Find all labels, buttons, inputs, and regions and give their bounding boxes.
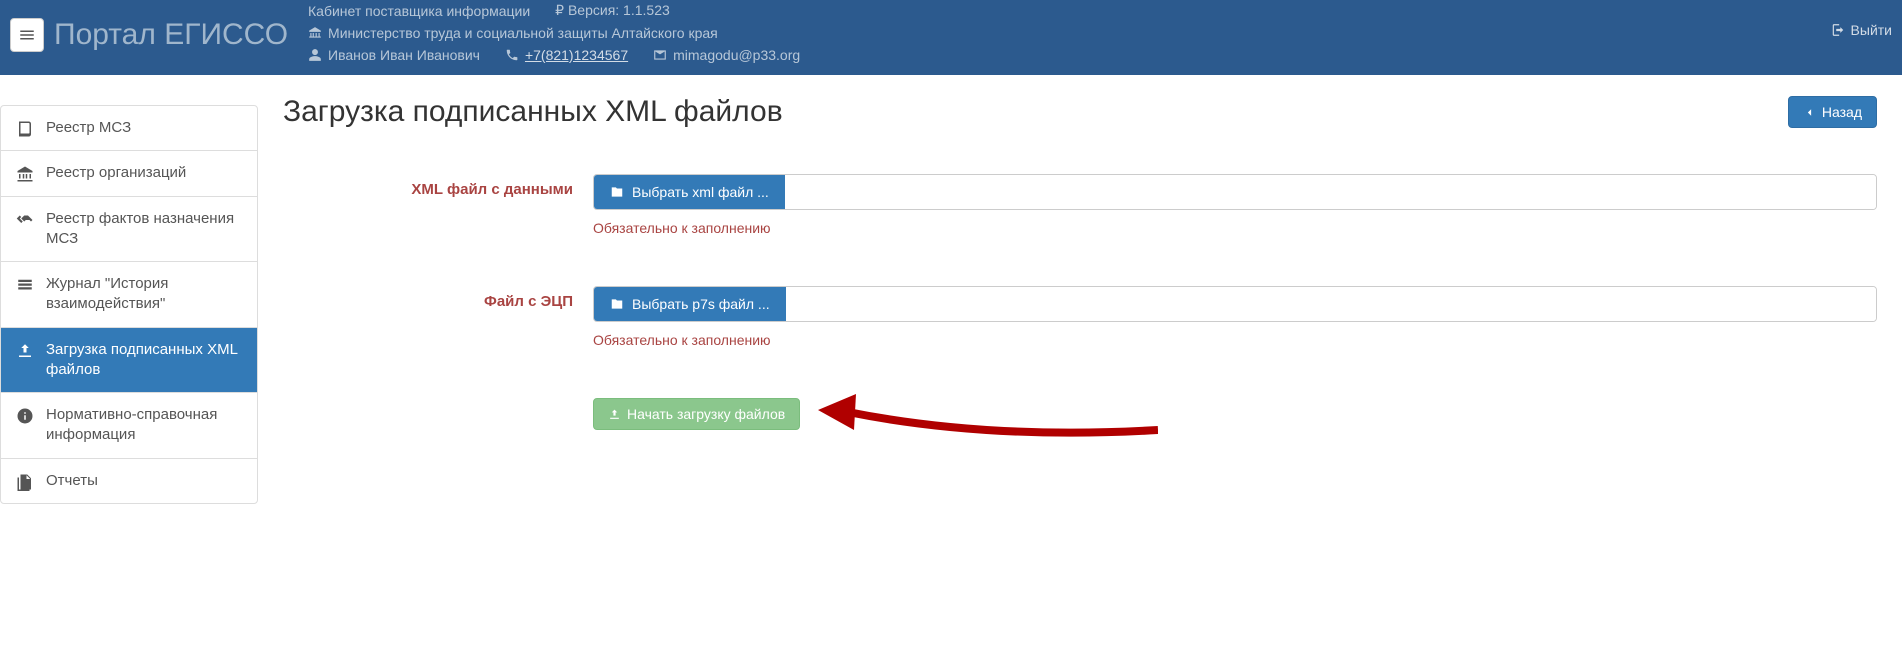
start-upload-button-label: Начать загрузку файлов [627,406,785,422]
user-name: Иванов Иван Иванович [328,47,480,63]
back-button-label: Назад [1822,104,1862,120]
sidebar-item-journal[interactable]: Журнал "История взаимодействия" [1,262,257,328]
xml-file-display [785,175,1876,209]
sidebar-item-label: Реестр МСЗ [46,118,131,138]
chevron-left-icon [1803,106,1816,119]
sig-help-text: Обязательно к заполнению [593,332,1877,348]
user-icon [308,48,322,62]
phone-link[interactable]: +7(821)1234567 [525,47,628,63]
logout-button[interactable]: Выйти [1831,22,1892,38]
book-icon [16,120,34,138]
hamburger-icon [18,26,36,44]
sidebar-item-facts-registry[interactable]: Реестр фактов назначения МСЗ [1,197,257,263]
sidebar-item-msz-registry[interactable]: Реестр МСЗ [1,106,257,151]
info-icon [16,407,34,425]
ministry-label: Министерство труда и социальной защиты А… [328,25,718,41]
version-label: ₽ Версия: 1.1.523 [555,2,670,19]
sig-file-label: Файл с ЭЦП [283,286,593,310]
list-icon [16,276,34,294]
cabinet-label: Кабинет поставщика информации [308,3,530,19]
xml-file-label: XML файл с данными [283,174,593,198]
back-button[interactable]: Назад [1788,96,1877,128]
sidebar-item-label: Журнал "История взаимодействия" [46,274,242,315]
logout-icon [1831,23,1845,37]
sidebar-item-label: Нормативно-справочная информация [46,405,242,446]
sidebar-item-reference[interactable]: Нормативно-справочная информация [1,393,257,459]
start-upload-button[interactable]: Начать загрузку файлов [593,398,800,430]
sidebar-item-upload-xml[interactable]: Загрузка подписанных XML файлов [1,328,257,394]
choose-xml-button[interactable]: Выбрать xml файл ... [594,175,785,209]
sidebar-item-label: Реестр фактов назначения МСЗ [46,209,242,250]
bank-icon [308,26,322,40]
email-label: mimagodu@p33.org [673,47,800,63]
sig-file-input-group: Выбрать p7s файл ... [593,286,1877,322]
sidebar-item-label: Реестр организаций [46,163,186,183]
xml-file-input-group: Выбрать xml файл ... [593,174,1877,210]
choose-xml-button-label: Выбрать xml файл ... [632,184,769,200]
upload-icon [16,342,34,360]
phone-icon [505,48,519,62]
folder-icon [610,185,624,199]
sidebar-item-label: Отчеты [46,471,98,491]
choose-sig-button[interactable]: Выбрать p7s файл ... [594,287,786,321]
reports-icon [16,473,34,491]
sidebar-item-org-registry[interactable]: Реестр организаций [1,151,257,196]
folder-icon [610,297,624,311]
handshake-icon [16,211,34,229]
sig-file-display [786,287,1876,321]
annotation-arrow [818,390,1158,450]
portal-title: Портал ЕГИССО [54,18,288,52]
xml-help-text: Обязательно к заполнению [593,220,1877,236]
logout-label: Выйти [1851,22,1892,38]
menu-toggle-button[interactable] [10,18,44,52]
page-title: Загрузка подписанных XML файлов [283,95,783,129]
sidebar-item-reports[interactable]: Отчеты [1,459,257,503]
institution-icon [16,165,34,183]
sidebar: Реестр МСЗ Реестр организаций Реестр фак… [0,105,258,504]
sidebar-item-label: Загрузка подписанных XML файлов [46,340,242,381]
upload-icon [608,408,621,421]
choose-sig-button-label: Выбрать p7s файл ... [632,296,770,312]
email-icon [653,48,667,62]
